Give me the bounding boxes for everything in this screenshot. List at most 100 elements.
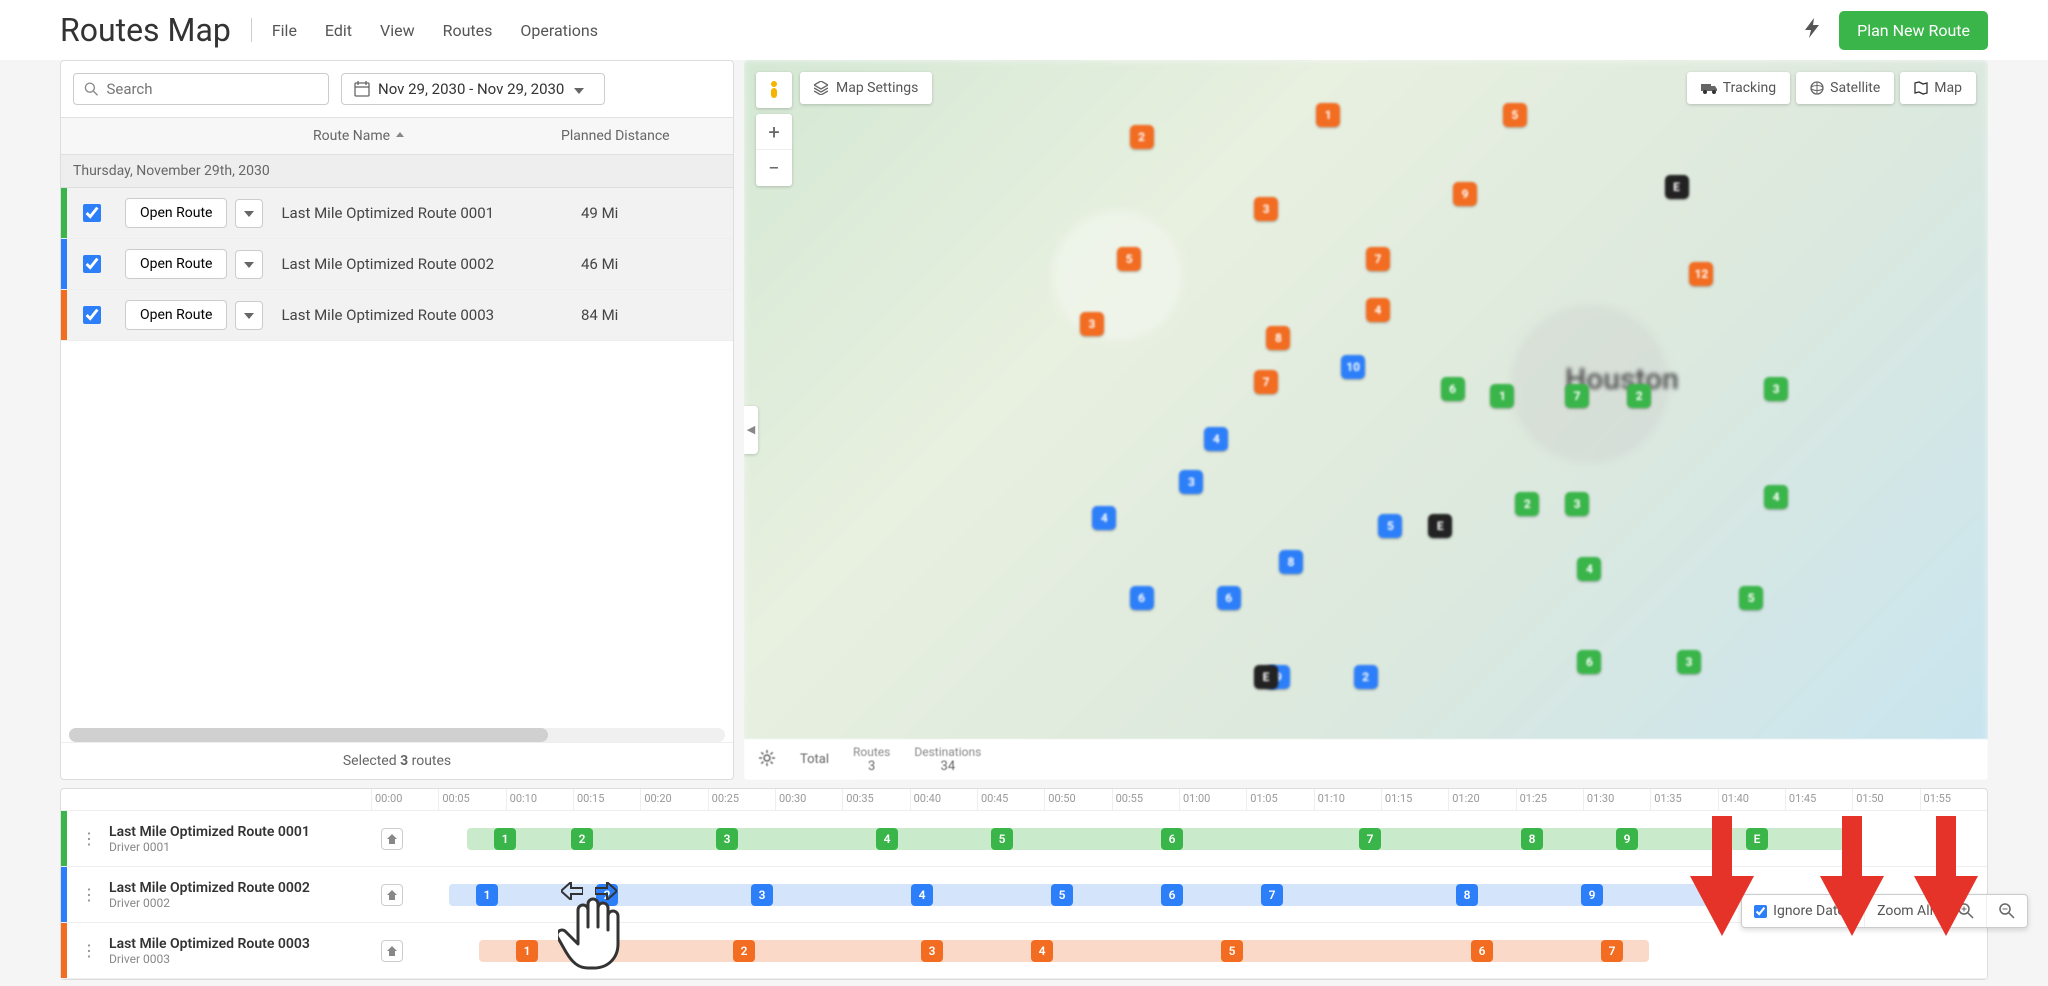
- menu-routes[interactable]: Routes: [443, 21, 493, 40]
- map-marker[interactable]: 2: [1515, 492, 1539, 516]
- map-marker[interactable]: 3: [1764, 377, 1788, 401]
- search-input[interactable]: [106, 80, 318, 98]
- route-row[interactable]: Open Route Last Mile Optimized Route 000…: [61, 290, 733, 341]
- map-marker[interactable]: E: [1428, 514, 1452, 538]
- map-pegman-icon[interactable]: [756, 72, 792, 108]
- tracking-button[interactable]: Tracking: [1687, 72, 1790, 104]
- map-marker[interactable]: 2: [1354, 665, 1378, 689]
- route-checkbox[interactable]: [83, 204, 101, 222]
- map-marker[interactable]: E: [1254, 665, 1278, 689]
- map-marker[interactable]: E: [1665, 175, 1689, 199]
- date-range-picker[interactable]: Nov 29, 2030 - Nov 29, 2030: [341, 73, 605, 105]
- timeline-stop[interactable]: 3: [921, 940, 943, 962]
- map-marker[interactable]: 7: [1254, 370, 1278, 394]
- timeline-stop[interactable]: 1: [516, 940, 538, 962]
- route-dropdown-button[interactable]: [235, 199, 263, 228]
- timeline-stop[interactable]: 7: [1601, 940, 1623, 962]
- bolt-icon[interactable]: [1805, 18, 1821, 42]
- map-marker[interactable]: 3: [1179, 470, 1203, 494]
- map-marker[interactable]: 10: [1341, 355, 1365, 379]
- timeline-stop[interactable]: 4: [876, 828, 898, 850]
- timeline-stop[interactable]: 9: [1616, 828, 1638, 850]
- map-marker[interactable]: 12: [1689, 262, 1713, 286]
- map-marker[interactable]: 6: [1577, 650, 1601, 674]
- map-marker[interactable]: 2: [1130, 125, 1154, 149]
- map-marker[interactable]: 6: [1441, 377, 1465, 401]
- map-marker[interactable]: 3: [1080, 312, 1104, 336]
- route-dropdown-button[interactable]: [235, 301, 263, 330]
- menu-view[interactable]: View: [380, 21, 415, 40]
- timeline-stop[interactable]: 2: [733, 940, 755, 962]
- more-icon[interactable]: ⋮: [81, 829, 99, 848]
- timeline-stop[interactable]: 6: [1161, 828, 1183, 850]
- timeline-stop[interactable]: 7: [1359, 828, 1381, 850]
- timeline-stop[interactable]: 1: [494, 828, 516, 850]
- map-marker[interactable]: 7: [1366, 247, 1390, 271]
- zoom-in-button[interactable]: +: [756, 114, 792, 150]
- timeline-stop[interactable]: 8: [1521, 828, 1543, 850]
- map-marker[interactable]: 6: [1130, 586, 1154, 610]
- map-marker[interactable]: 4: [1366, 298, 1390, 322]
- map-marker[interactable]: 6: [1217, 586, 1241, 610]
- timeline-stop[interactable]: 4: [911, 884, 933, 906]
- timeline-stop[interactable]: 6: [1161, 884, 1183, 906]
- open-route-button[interactable]: Open Route: [125, 249, 227, 279]
- map-marker[interactable]: 5: [1117, 247, 1141, 271]
- timeline-stop[interactable]: 8: [1456, 884, 1478, 906]
- map-marker[interactable]: 8: [1266, 326, 1290, 350]
- col-planned-distance[interactable]: Planned Distance: [561, 128, 721, 144]
- map-marker[interactable]: 4: [1764, 485, 1788, 509]
- timeline-stop[interactable]: 9: [1581, 884, 1603, 906]
- zoom-out-icon[interactable]: [1987, 895, 2027, 927]
- menu-edit[interactable]: Edit: [325, 21, 352, 40]
- map-marker[interactable]: 1: [1316, 103, 1340, 127]
- timeline-stop[interactable]: 6: [1471, 940, 1493, 962]
- map-marker[interactable]: 3: [1254, 197, 1278, 221]
- map-panel[interactable]: Houston 12355978412371043466852961722334…: [744, 60, 1988, 780]
- map-marker[interactable]: 3: [1565, 492, 1589, 516]
- timeline-stop[interactable]: 4: [1031, 940, 1053, 962]
- map-marker[interactable]: 1: [1490, 384, 1514, 408]
- gear-icon[interactable]: [758, 749, 776, 771]
- map-marker[interactable]: 3: [1677, 650, 1701, 674]
- map-marker[interactable]: 2: [1627, 384, 1651, 408]
- timeline-stop[interactable]: 1: [476, 884, 498, 906]
- route-row[interactable]: Open Route Last Mile Optimized Route 000…: [61, 239, 733, 290]
- satellite-button[interactable]: Satellite: [1796, 72, 1894, 104]
- zoom-out-button[interactable]: −: [756, 150, 792, 186]
- map-type-button[interactable]: Map: [1900, 72, 1976, 104]
- map-marker[interactable]: 5: [1378, 514, 1402, 538]
- timeline-stop[interactable]: 5: [991, 828, 1013, 850]
- horizontal-scrollbar[interactable]: [69, 728, 725, 742]
- timeline-stop[interactable]: 3: [716, 828, 738, 850]
- menu-operations[interactable]: Operations: [520, 21, 598, 40]
- col-route-name[interactable]: Route Name: [313, 128, 390, 144]
- more-icon[interactable]: ⋮: [81, 885, 99, 904]
- map-marker[interactable]: 8: [1279, 550, 1303, 574]
- sort-asc-icon[interactable]: [396, 128, 404, 144]
- map-marker[interactable]: 4: [1092, 506, 1116, 530]
- open-route-button[interactable]: Open Route: [125, 300, 227, 330]
- timeline-stop[interactable]: 7: [1261, 884, 1283, 906]
- map-marker[interactable]: 7: [1565, 384, 1589, 408]
- map-marker[interactable]: 4: [1577, 557, 1601, 581]
- map-marker[interactable]: 5: [1739, 586, 1763, 610]
- collapse-panel-button[interactable]: ◀: [744, 406, 758, 454]
- map-marker[interactable]: 4: [1204, 427, 1228, 451]
- timeline-stop[interactable]: 3: [751, 884, 773, 906]
- search-input-wrapper[interactable]: [73, 73, 329, 105]
- plan-new-route-button[interactable]: Plan New Route: [1839, 11, 1988, 50]
- map-settings-button[interactable]: Map Settings: [800, 72, 932, 104]
- map-marker[interactable]: 5: [1503, 103, 1527, 127]
- menu-file[interactable]: File: [272, 21, 297, 40]
- map-marker[interactable]: 9: [1453, 182, 1477, 206]
- more-icon[interactable]: ⋮: [81, 941, 99, 960]
- route-checkbox[interactable]: [83, 306, 101, 324]
- open-route-button[interactable]: Open Route: [125, 198, 227, 228]
- timeline-stop[interactable]: 2: [571, 828, 593, 850]
- route-row[interactable]: Open Route Last Mile Optimized Route 000…: [61, 188, 733, 239]
- route-dropdown-button[interactable]: [235, 250, 263, 279]
- timeline-stop[interactable]: 5: [1221, 940, 1243, 962]
- route-checkbox[interactable]: [83, 255, 101, 273]
- timeline-stop[interactable]: 5: [1051, 884, 1073, 906]
